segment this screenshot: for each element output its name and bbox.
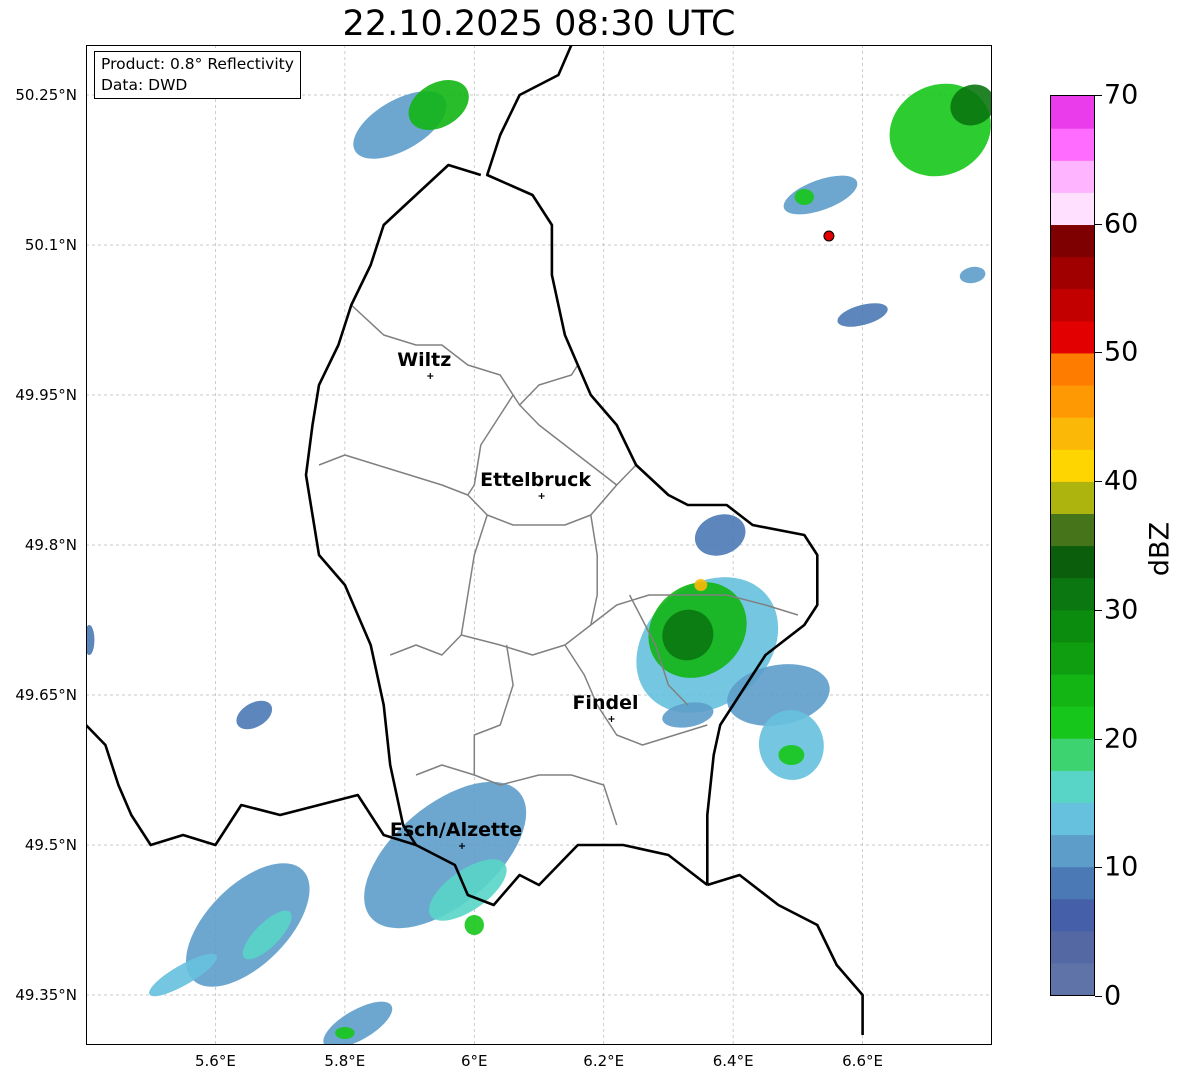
lon-tick-label: 6.6°E <box>842 1052 883 1070</box>
colorbar-tick-label: 30 <box>1104 594 1139 626</box>
colorbar-segment <box>1051 641 1094 675</box>
colorbar-tick-label: 50 <box>1104 336 1139 368</box>
colorbar-tick <box>1095 481 1102 483</box>
colorbar-tick-label: 0 <box>1104 980 1122 1012</box>
colorbar-segment <box>1051 609 1094 643</box>
colorbar <box>1050 95 1095 996</box>
colorbar-tick <box>1095 223 1102 225</box>
lat-tick-label: 50.1°N <box>24 236 77 254</box>
colorbar-tick <box>1095 95 1102 96</box>
colorbar-segment <box>1051 673 1094 707</box>
colorbar-segment <box>1051 962 1094 995</box>
colorbar-tick <box>1095 867 1102 869</box>
lon-tick-label: 5.6°E <box>195 1052 236 1070</box>
product-text: Product: 0.8° Reflectivity <box>101 55 294 73</box>
colorbar-tick <box>1095 352 1102 354</box>
colorbar-segment <box>1051 770 1094 803</box>
lon-tick-label: 5.8°E <box>324 1052 366 1070</box>
colorbar-segment <box>1051 545 1094 579</box>
colorbar-segment <box>1051 866 1094 900</box>
colorbar-segment <box>1051 449 1094 482</box>
colorbar-tick-label: 20 <box>1104 723 1139 755</box>
echo-cell <box>778 745 805 765</box>
data-source-text: Data: DWD <box>101 76 188 94</box>
colorbar-tick <box>1095 609 1102 611</box>
colorbar-label: dBZ <box>1144 521 1176 577</box>
colorbar-segment <box>1051 802 1094 836</box>
lat-tick-label: 49.35°N <box>15 986 77 1004</box>
colorbar-tick-label: 70 <box>1104 79 1139 111</box>
colorbar-segment <box>1051 738 1094 771</box>
map-title: 22.10.2025 08:30 UTC <box>342 4 736 44</box>
radar-site <box>823 230 835 242</box>
lat-tick-label: 49.5°N <box>24 836 77 854</box>
echo-cell <box>335 1027 355 1039</box>
lon-tick-label: 6.2°E <box>583 1052 625 1070</box>
city-label: Wiltz <box>397 349 451 371</box>
colorbar-segment <box>1051 160 1094 193</box>
colorbar-segment <box>1051 128 1094 161</box>
colorbar-tick-label: 60 <box>1104 208 1139 240</box>
colorbar-segment <box>1051 898 1094 932</box>
colorbar-tick <box>1095 738 1102 740</box>
colorbar-segment <box>1051 577 1094 611</box>
lat-tick-label: 50.25°N <box>15 86 77 104</box>
colorbar-segment <box>1051 320 1094 354</box>
lon-tick-label: 6°E <box>461 1052 488 1070</box>
colorbar-segment <box>1051 224 1094 258</box>
colorbar-segment <box>1051 192 1094 226</box>
radar-site-marker <box>823 230 835 242</box>
lat-tick-label: 49.95°N <box>15 386 77 404</box>
radar-map[interactable]: Wiltz Ettelbruck Findel Esch/Alzette <box>86 45 992 1045</box>
colorbar-tick-label: 40 <box>1104 465 1139 497</box>
colorbar-segment <box>1051 513 1094 547</box>
colorbar-segment <box>1051 930 1094 964</box>
lon-tick-label: 6.4°E <box>712 1052 754 1070</box>
colorbar-segment <box>1051 352 1094 386</box>
info-box: Product: 0.8° Reflectivity Data: DWD <box>94 51 301 99</box>
colorbar-segment <box>1051 96 1094 129</box>
colorbar-segment <box>1051 256 1094 290</box>
echo-cell <box>694 579 708 591</box>
colorbar-segment <box>1051 417 1094 450</box>
colorbar-segment <box>1051 384 1094 418</box>
colorbar-tick-label: 10 <box>1104 851 1139 883</box>
echo-cell <box>794 189 815 205</box>
map-area[interactable]: Wiltz Ettelbruck Findel Esch/Alzette <box>86 45 992 1045</box>
lat-tick-label: 49.8°N <box>24 536 77 554</box>
city-label: Ettelbruck <box>480 469 591 491</box>
colorbar-segment <box>1051 288 1094 322</box>
lat-tick-label: 49.65°N <box>15 686 77 704</box>
city-label: Findel <box>572 692 638 714</box>
colorbar-tick <box>1095 996 1102 997</box>
echo-cell <box>464 915 484 935</box>
colorbar-segment <box>1051 481 1094 514</box>
colorbar-segment <box>1051 834 1094 868</box>
colorbar-segment <box>1051 706 1094 739</box>
city-label: Esch/Alzette <box>390 819 522 841</box>
